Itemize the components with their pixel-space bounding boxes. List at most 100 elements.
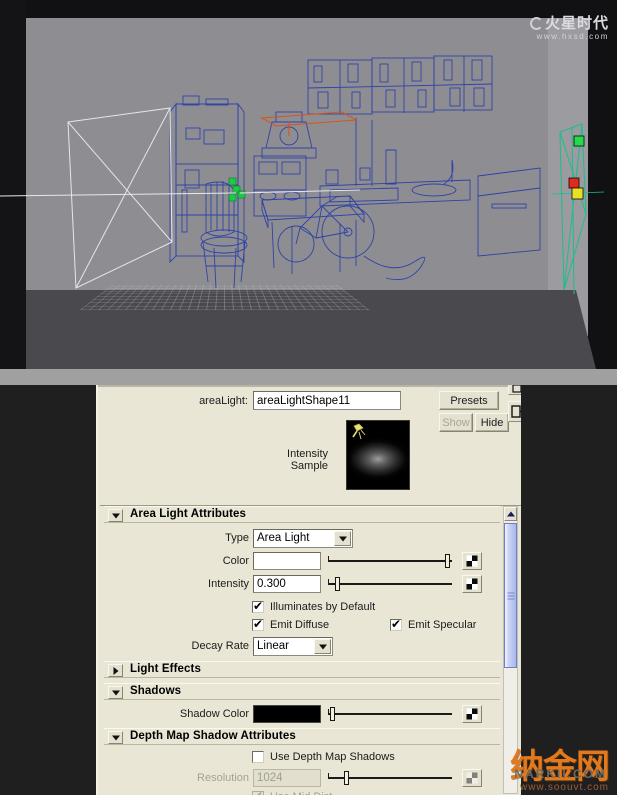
intensity-slider-track <box>328 583 452 585</box>
watermark-ring-icon <box>529 17 543 30</box>
color-map-button[interactable] <box>462 552 482 570</box>
color-slider[interactable] <box>328 552 452 570</box>
checkbox-box <box>252 751 264 763</box>
section-toggle-area-light-attributes[interactable] <box>108 509 123 522</box>
decay-rate-label: Decay Rate <box>191 640 249 652</box>
chevron-down-icon <box>338 536 347 541</box>
shadow-color-slider-track <box>328 713 452 715</box>
3d-viewport[interactable]: 火星时代 www.hxsd.com <box>0 0 617 385</box>
resolution-input[interactable] <box>253 769 321 787</box>
type-dropdown-arrow[interactable] <box>334 531 351 546</box>
node-name-label: areaLight: <box>199 395 248 407</box>
intensity-slider[interactable] <box>328 575 452 593</box>
shadow-color-slider[interactable] <box>328 705 452 723</box>
color-swatch[interactable] <box>253 552 321 570</box>
section-title-shadows: Shadows <box>130 685 182 697</box>
type-dropdown[interactable]: Area Light <box>253 529 353 548</box>
color-slider-cap <box>328 556 329 562</box>
resolution-map-button[interactable] <box>462 769 482 787</box>
watermark-hxsd-cn: 火星时代 <box>544 15 609 32</box>
shadow-color-slider-cap <box>328 709 329 715</box>
decay-rate-dropdown[interactable]: Linear <box>253 637 333 656</box>
color-slider-track <box>328 560 452 562</box>
area-light-manipulator[interactable] <box>552 118 604 300</box>
section-toggle-shadows[interactable] <box>108 686 123 699</box>
intensity-sample-swatch[interactable] <box>346 420 410 490</box>
check-icon: ✔ <box>253 599 264 613</box>
resolution-slider-cap <box>328 773 329 779</box>
shadow-color-map-button[interactable] <box>462 705 482 723</box>
shadow-color-swatch[interactable] <box>253 705 321 723</box>
panel-vertical-scrollbar[interactable] <box>503 506 518 794</box>
intensity-input[interactable] <box>253 575 321 593</box>
checkbox-label: Use Mid Dist <box>270 791 332 795</box>
check-icon: ✔ <box>253 790 264 795</box>
checker-map-icon <box>466 708 478 720</box>
section-header-depth-map-shadow-attributes[interactable]: Depth Map Shadow Attributes <box>104 728 500 745</box>
decay-rate-dropdown-arrow[interactable] <box>314 639 331 654</box>
intensity-label: Intensity <box>208 578 249 590</box>
viewport-bottom-bar <box>0 369 617 385</box>
chevron-up-icon <box>506 511 515 517</box>
row-shadow-color: Shadow Color <box>100 705 496 725</box>
checkbox-label: Emit Specular <box>408 619 477 631</box>
type-label: Type <box>225 532 249 544</box>
resolution-slider-thumb[interactable] <box>344 771 349 785</box>
checkbox-label: Illuminates by Default <box>270 601 376 613</box>
check-icon: ✔ <box>253 617 264 631</box>
resolution-label: Resolution <box>197 772 249 784</box>
node-name-input[interactable] <box>253 391 401 410</box>
chevron-down-icon <box>111 735 120 740</box>
show-button[interactable]: Show <box>439 413 473 432</box>
intensity-slider-thumb[interactable] <box>335 577 340 591</box>
shadow-color-label: Shadow Color <box>179 708 249 720</box>
chevron-down-icon <box>111 513 120 518</box>
chevron-right-icon <box>113 666 118 675</box>
chevron-down-icon <box>318 644 327 649</box>
scrollbar-grip-icon <box>507 592 514 599</box>
intensity-slider-cap <box>328 579 329 585</box>
node-name-row: areaLight: Presets Show Hide <box>98 385 521 432</box>
section-header-shadows[interactable]: Shadows <box>104 683 500 700</box>
attribute-editor-panel: areaLight: Presets Show Hide Inte <box>96 385 521 795</box>
watermark-hxsd-url: www.hxsd.com <box>536 31 609 41</box>
section-title-depth-map-shadow-attributes: Depth Map Shadow Attributes <box>130 730 296 742</box>
light-bulb-icon <box>352 423 366 440</box>
intensity-map-button[interactable] <box>462 575 482 593</box>
select-node-icon-button[interactable] <box>508 385 521 395</box>
row-intensity: Intensity <box>100 575 496 595</box>
chevron-down-icon <box>111 690 120 695</box>
type-dropdown-value: Area Light <box>257 532 310 544</box>
checker-map-icon <box>466 772 478 784</box>
section-toggle-depth-map-shadow-attributes[interactable] <box>108 731 123 744</box>
shadow-color-slider-thumb[interactable] <box>330 707 335 721</box>
area-light-plane-wireframe[interactable] <box>58 104 178 294</box>
decay-rate-value: Linear <box>257 640 289 652</box>
presets-button[interactable]: Presets <box>439 391 499 410</box>
focus-node-icon <box>511 405 521 418</box>
section-header-light-effects[interactable]: Light Effects <box>104 661 500 678</box>
scrollbar-thumb[interactable] <box>504 523 517 668</box>
checker-map-icon <box>466 555 478 567</box>
row-color: Color <box>100 552 496 572</box>
checkbox-label: Use Depth Map Shadows <box>270 751 395 763</box>
color-slider-thumb[interactable] <box>445 554 450 568</box>
panel-top-divider <box>98 385 521 387</box>
focus-node-icon-button[interactable] <box>508 401 521 422</box>
resolution-slider[interactable] <box>328 769 452 787</box>
row-decay-rate: Decay Rate Linear <box>100 637 496 657</box>
section-title-light-effects: Light Effects <box>130 663 201 675</box>
section-header-area-light-attributes[interactable]: Area Light Attributes <box>104 506 500 523</box>
hide-button[interactable]: Hide <box>475 413 509 432</box>
attribute-sections-container: Area Light Attributes Type Area Light Co… <box>100 505 521 795</box>
section-title-area-light-attributes: Area Light Attributes <box>130 508 247 520</box>
select-node-icon <box>512 385 521 393</box>
checker-map-icon <box>466 578 478 590</box>
row-resolution: Resolution <box>100 769 496 789</box>
watermark-hxsd: 火星时代 www.hxsd.com <box>529 15 609 41</box>
checkbox-label: Emit Diffuse <box>270 619 330 631</box>
row-type: Type Area Light <box>100 529 496 549</box>
scrollbar-up-button[interactable] <box>504 507 517 521</box>
color-label: Color <box>222 555 249 567</box>
section-toggle-light-effects[interactable] <box>108 664 123 677</box>
